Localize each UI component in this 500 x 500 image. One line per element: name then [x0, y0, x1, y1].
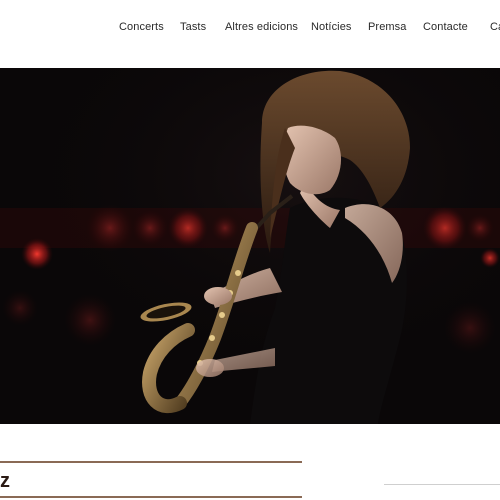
sidebar-divider — [384, 484, 500, 485]
language-selector[interactable]: Ca — [490, 21, 500, 33]
top-navigation: Concerts Tasts Altres edicions Notícies … — [0, 0, 500, 68]
nav-item-premsa[interactable]: Premsa — [368, 21, 407, 33]
nav-item-contacte[interactable]: Contacte — [423, 21, 468, 33]
nav-item-tasts[interactable]: Tasts — [180, 21, 206, 33]
nav-item-concerts[interactable]: Concerts — [119, 21, 164, 33]
hero-illustration — [0, 68, 500, 424]
nav-item-altres-edicions[interactable]: Altres edicions — [225, 21, 298, 33]
hero-image — [0, 68, 500, 424]
nav-item-noticies[interactable]: Notícies — [311, 21, 352, 33]
section-heading: z — [0, 470, 10, 492]
divider-top — [0, 461, 302, 463]
divider-bottom — [0, 496, 302, 498]
